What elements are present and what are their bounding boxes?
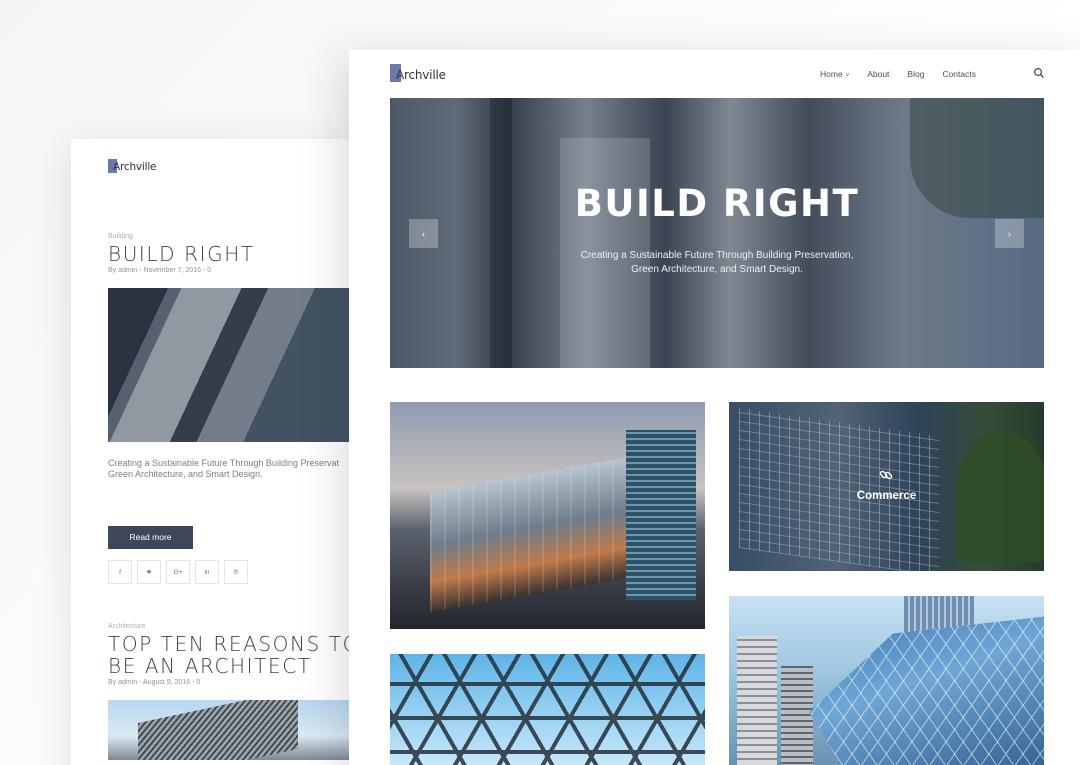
blog-page-window: Archville Building BUILD RIGHT By admin … xyxy=(71,139,371,765)
portfolio-tile-commerce[interactable]: Commerce xyxy=(729,402,1044,571)
site-logo[interactable]: Archville xyxy=(108,159,157,173)
hero-subtitle: Creating a Sustainable Future Through Bu… xyxy=(580,250,854,275)
post-featured-image[interactable] xyxy=(108,288,370,442)
pinterest-icon[interactable]: ℗ xyxy=(224,560,248,584)
post-category[interactable]: Building xyxy=(108,233,370,240)
portfolio-tile[interactable] xyxy=(390,654,705,765)
post-category[interactable]: Architecture xyxy=(108,623,370,630)
chevron-down-icon: ˅ xyxy=(845,73,850,79)
nav-item-about[interactable]: About xyxy=(867,69,889,79)
google-plus-icon[interactable]: G+ xyxy=(166,560,190,584)
read-more-button[interactable]: Read more xyxy=(108,526,193,549)
social-share-links: f ❖ G+ in ℗ xyxy=(108,560,370,584)
chevron-right-icon: › xyxy=(1008,228,1011,239)
link-icon xyxy=(879,470,893,480)
logo-text: Archville xyxy=(113,161,157,173)
hero-image-shade xyxy=(490,98,512,368)
post-meta: By admin - November 7, 2016 - 0 xyxy=(108,267,212,274)
post-title[interactable]: BUILD RIGHT xyxy=(108,243,370,265)
chevron-left-icon: ‹ xyxy=(422,228,425,239)
main-nav: Home ˅ About Blog Contacts xyxy=(820,69,994,79)
nav-item-blog[interactable]: Blog xyxy=(907,69,924,79)
slider-next-button[interactable]: › xyxy=(995,219,1024,248)
post-featured-image[interactable] xyxy=(108,700,370,760)
tower-image xyxy=(737,636,777,765)
linkedin-icon[interactable]: in xyxy=(195,560,219,584)
hero-slider: BUILD RIGHT Creating a Sustainable Futur… xyxy=(390,98,1044,368)
nav-item-label: Home xyxy=(820,69,843,79)
portfolio-tile[interactable] xyxy=(390,402,705,629)
nav-item-home[interactable]: Home ˅ xyxy=(820,69,849,79)
tower-image xyxy=(626,430,696,600)
post-title-line-1[interactable]: TOP TEN REASONS TO xyxy=(108,633,370,655)
post-meta: By admin - August 9, 2016 - 0 xyxy=(108,679,201,686)
tower-image xyxy=(781,666,813,765)
search-icon[interactable] xyxy=(1033,67,1045,79)
blog-post: Architecture TOP TEN REASONS TO BE AN AR… xyxy=(108,623,370,760)
site-logo[interactable]: Archville xyxy=(390,64,446,82)
post-title-line-2[interactable]: BE AN ARCHITECT xyxy=(108,655,370,677)
portfolio-tile[interactable] xyxy=(729,596,1044,765)
logo-text: Archville xyxy=(396,68,446,82)
home-page-window: Archville Home ˅ About Blog Contacts BUIL… xyxy=(349,50,1080,765)
slider-prev-button[interactable]: ‹ xyxy=(409,219,438,248)
post-excerpt: Creating a Sustainable Future Through Bu… xyxy=(108,458,339,479)
facebook-icon[interactable]: f xyxy=(108,560,132,584)
blog-post: Building BUILD RIGHT By admin - November… xyxy=(108,233,370,584)
portfolio-tile-label: Commerce xyxy=(856,490,917,502)
hero-title: BUILD RIGHT xyxy=(574,182,860,225)
nav-item-contacts[interactable]: Contacts xyxy=(942,69,976,79)
twitter-icon[interactable]: ❖ xyxy=(137,560,161,584)
glass-roof-image xyxy=(390,654,705,765)
glass-building-image xyxy=(809,616,1044,765)
